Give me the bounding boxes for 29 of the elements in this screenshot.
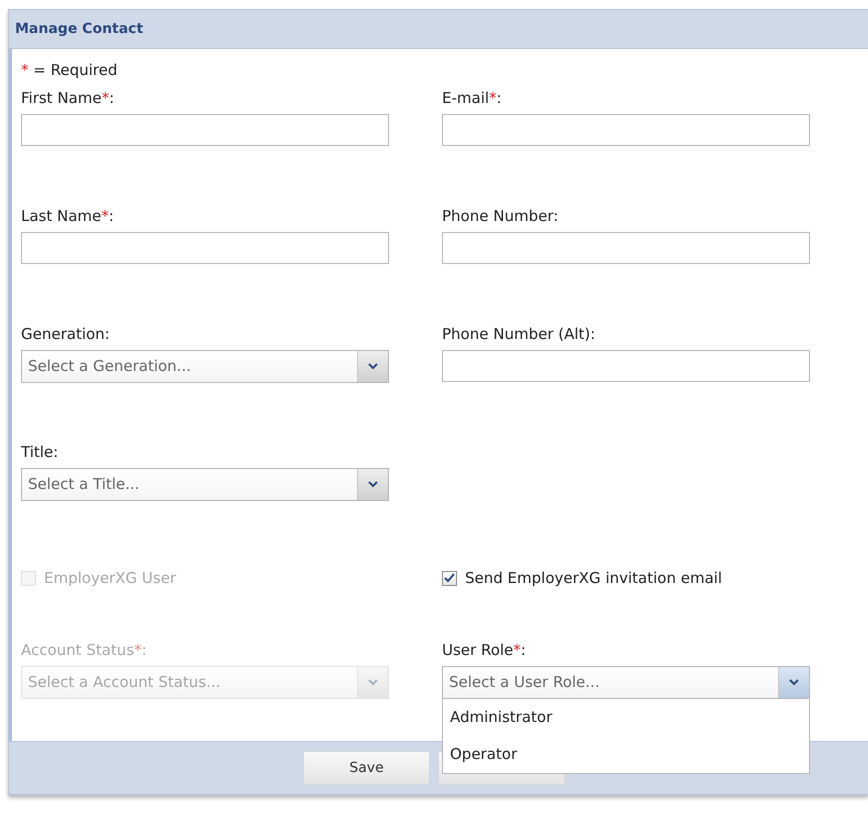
- window-title: Manage Contact: [14, 20, 144, 39]
- field-label: Phone Number:: [442, 206, 558, 227]
- checkbox-label: Send EmployerXG invitation email: [465, 569, 722, 587]
- text-field[interactable]: [442, 114, 810, 146]
- text-field[interactable]: [442, 232, 810, 264]
- checkbox-label: EmployerXG User: [44, 569, 176, 587]
- text-field[interactable]: [21, 232, 389, 264]
- dropdown-option[interactable]: Administrator: [443, 699, 809, 736]
- chevron-down-icon: [368, 363, 378, 370]
- chevron-down-icon: [368, 679, 378, 686]
- field-label: User Role*:: [442, 640, 526, 661]
- field-label: Generation:: [21, 324, 110, 345]
- save-button[interactable]: Save: [303, 751, 430, 785]
- field-label: First Name*:: [21, 88, 114, 109]
- chevron-down-icon: [368, 481, 378, 488]
- field-label: Account Status*:: [21, 640, 147, 661]
- field-label: Last Name*:: [21, 206, 114, 227]
- dropdown-option[interactable]: Operator: [443, 736, 809, 773]
- select-field[interactable]: Select a User Role...: [442, 666, 810, 699]
- select-field[interactable]: Select a Generation...: [21, 350, 389, 383]
- select-field[interactable]: Select a Title...: [21, 468, 389, 501]
- required-note: * = Required: [21, 61, 118, 81]
- chevron-down-icon: [789, 679, 799, 686]
- checkbox[interactable]: [442, 570, 457, 586]
- field-label: Title:: [21, 442, 58, 463]
- field-label: Phone Number (Alt):: [442, 324, 596, 345]
- field-label: E-mail*:: [442, 88, 502, 109]
- text-field[interactable]: [21, 114, 389, 146]
- text-field[interactable]: [442, 350, 810, 382]
